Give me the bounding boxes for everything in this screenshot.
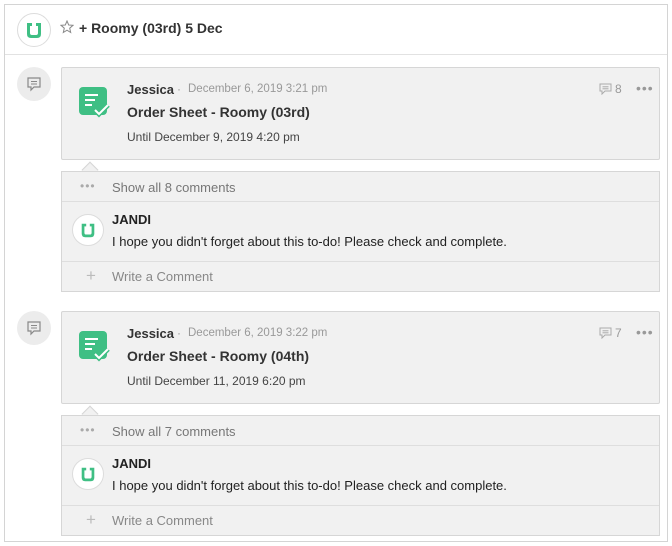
comment-count[interactable]: 7: [599, 326, 622, 340]
message-icon: [17, 67, 51, 101]
todo-icon: [79, 331, 110, 362]
ellipsis-icon: •••: [80, 423, 96, 437]
message-block: Jessica · December 6, 2019 3:22 pm Order…: [5, 311, 667, 536]
comment-count-value: 7: [615, 326, 622, 340]
more-options-icon[interactable]: •••: [636, 80, 654, 96]
ellipsis-icon: •••: [80, 179, 96, 193]
commenter-name[interactable]: JANDI: [112, 212, 151, 227]
write-comment[interactable]: + Write a Comment: [62, 262, 659, 291]
jandi-avatar[interactable]: [72, 214, 104, 246]
show-all-comments[interactable]: ••• Show all 7 comments: [62, 416, 659, 446]
todo-title[interactable]: Order Sheet - Roomy (04th): [127, 348, 309, 364]
write-comment-placeholder: Write a Comment: [112, 513, 213, 528]
todo-icon: [79, 87, 110, 118]
topic-window: + Roomy (03rd) 5 Dec Jessica · December …: [4, 4, 668, 542]
author-name[interactable]: Jessica: [127, 326, 174, 341]
comment-icon: [599, 83, 612, 95]
separator: ·: [177, 326, 181, 340]
message-icon: [17, 311, 51, 345]
comment-item: JANDI I hope you didn't forget about thi…: [62, 446, 659, 506]
plus-icon: +: [86, 266, 96, 285]
comments-section: ••• Show all 7 comments JANDI I hope you…: [61, 415, 660, 536]
comment-count[interactable]: 8: [599, 82, 622, 96]
todo-title[interactable]: Order Sheet - Roomy (03rd): [127, 104, 310, 120]
comment-text: I hope you didn't forget about this to-d…: [112, 234, 507, 249]
show-all-label: Show all 7 comments: [112, 424, 236, 439]
topic-header: + Roomy (03rd) 5 Dec: [5, 5, 667, 55]
jandi-avatar[interactable]: [72, 458, 104, 490]
topic-title: + Roomy (03rd) 5 Dec: [79, 20, 223, 36]
author-name[interactable]: Jessica: [127, 82, 174, 97]
timestamp: December 6, 2019 3:21 pm: [188, 83, 328, 95]
comment-text: I hope you didn't forget about this to-d…: [112, 478, 507, 493]
due-date: Until December 9, 2019 4:20 pm: [127, 130, 300, 144]
todo-card[interactable]: Jessica · December 6, 2019 3:22 pm Order…: [61, 311, 660, 404]
timestamp: December 6, 2019 3:22 pm: [188, 327, 328, 339]
plus-icon: +: [86, 510, 96, 529]
message-block: Jessica · December 6, 2019 3:21 pm Order…: [5, 67, 667, 292]
show-all-comments[interactable]: ••• Show all 8 comments: [62, 172, 659, 202]
comments-section: ••• Show all 8 comments JANDI I hope you…: [61, 171, 660, 292]
star-outline-icon[interactable]: [60, 20, 74, 34]
commenter-name[interactable]: JANDI: [112, 456, 151, 471]
write-comment[interactable]: + Write a Comment: [62, 506, 659, 535]
jandi-logo-icon[interactable]: [17, 13, 51, 47]
write-comment-placeholder: Write a Comment: [112, 269, 213, 284]
show-all-label: Show all 8 comments: [112, 180, 236, 195]
comment-item: JANDI I hope you didn't forget about thi…: [62, 202, 659, 262]
separator: ·: [177, 82, 181, 96]
more-options-icon[interactable]: •••: [636, 324, 654, 340]
todo-card[interactable]: Jessica · December 6, 2019 3:21 pm Order…: [61, 67, 660, 160]
due-date: Until December 11, 2019 6:20 pm: [127, 374, 306, 388]
comment-icon: [599, 327, 612, 339]
comment-count-value: 8: [615, 82, 622, 96]
